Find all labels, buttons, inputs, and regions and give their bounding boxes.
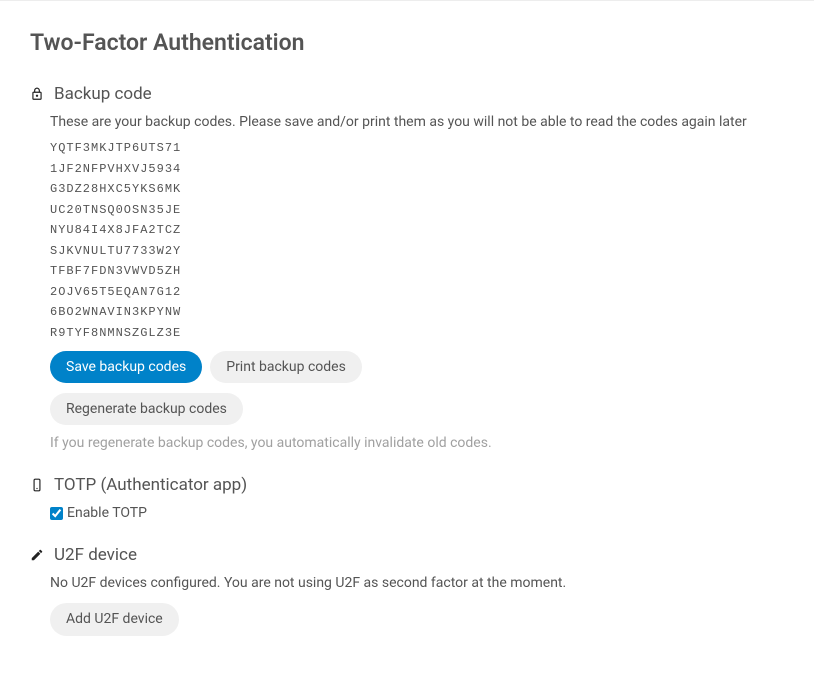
print-backup-codes-button[interactable]: Print backup codes (210, 351, 362, 383)
backup-code-item: SJKVNULTU7733W2Y (50, 241, 784, 262)
save-backup-codes-button[interactable]: Save backup codes (50, 351, 202, 383)
enable-totp-checkbox[interactable] (50, 507, 63, 520)
u2f-section: U2F device No U2F devices configured. Yo… (30, 545, 784, 635)
backup-code-item: 6BO2WNAVIN3KPYNW (50, 302, 784, 323)
enable-totp-label[interactable]: Enable TOTP (50, 505, 784, 521)
regenerate-backup-codes-button[interactable]: Regenerate backup codes (50, 393, 243, 425)
backup-code-item: UC20TNSQ0OSN35JE (50, 200, 784, 221)
backup-code-item: R9TYF8NMNSZGLZ3E (50, 323, 784, 344)
phone-icon (30, 478, 44, 492)
backup-code-item: 1JF2NFPVHXVJ5934 (50, 159, 784, 180)
backup-code-item: G3DZ28HXC5YKS6MK (50, 179, 784, 200)
page-title: Two-Factor Authentication (30, 29, 784, 56)
u2f-none-text: No U2F devices configured. You are not u… (50, 575, 784, 591)
backup-codes-list: YQTF3MKJTP6UTS71 1JF2NFPVHXVJ5934 G3DZ28… (50, 138, 784, 343)
backup-code-section: Backup code These are your backup codes.… (30, 84, 784, 451)
backup-code-item: 2OJV65T5EQAN7G12 (50, 282, 784, 303)
regenerate-hint: If you regenerate backup codes, you auto… (50, 435, 784, 451)
backup-code-item: TFBF7FDN3VWVD5ZH (50, 261, 784, 282)
backup-code-heading: Backup code (54, 84, 152, 104)
u2f-heading: U2F device (54, 545, 137, 565)
totp-section: TOTP (Authenticator app) Enable TOTP (30, 475, 784, 521)
backup-code-description: These are your backup codes. Please save… (50, 114, 784, 130)
backup-code-item: YQTF3MKJTP6UTS71 (50, 138, 784, 159)
pencil-icon (30, 548, 44, 562)
enable-totp-text: Enable TOTP (67, 505, 147, 521)
totp-heading: TOTP (Authenticator app) (54, 475, 247, 495)
backup-code-item: NYU84I4X8JFA2TCZ (50, 220, 784, 241)
lock-icon (30, 87, 44, 101)
add-u2f-device-button[interactable]: Add U2F device (50, 603, 179, 635)
